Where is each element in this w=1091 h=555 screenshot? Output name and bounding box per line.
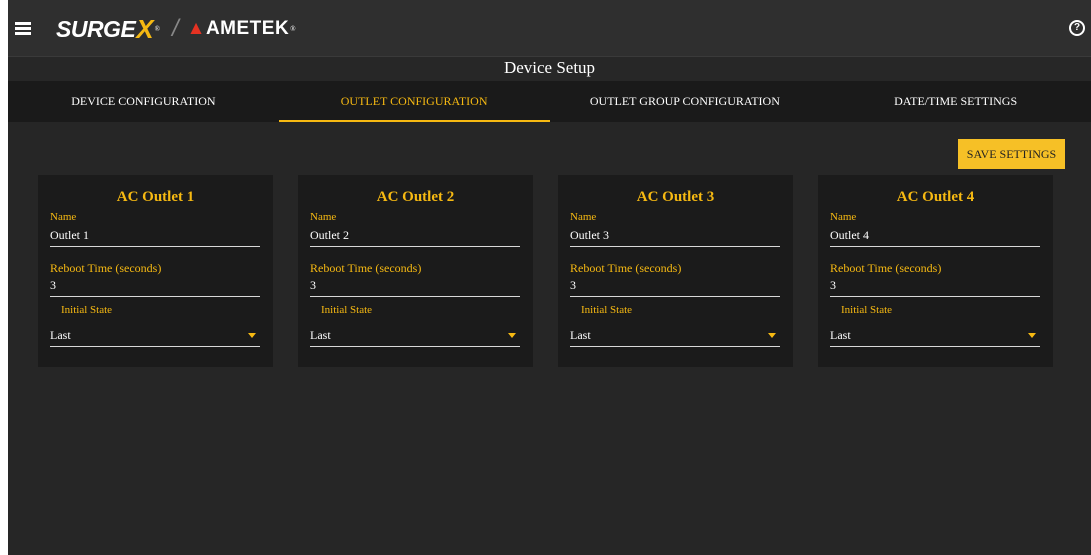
- initial-state-select[interactable]: Last: [570, 328, 780, 347]
- dropdown-arrow-icon: [1028, 333, 1036, 338]
- outlet-card-3: AC Outlet 3 Name Outlet 3 Reboot Time (s…: [558, 175, 793, 367]
- reboot-time-label: Reboot Time (seconds): [570, 261, 682, 275]
- dropdown-arrow-icon: [508, 333, 516, 338]
- outlet-card-title: AC Outlet 4: [896, 189, 975, 205]
- help-circle-icon[interactable]: ?: [1069, 20, 1085, 36]
- outlet-name-input[interactable]: Outlet 2: [310, 228, 520, 247]
- outlet-name-input[interactable]: Outlet 4: [830, 228, 1040, 247]
- reboot-time-label: Reboot Time (seconds): [310, 261, 422, 275]
- initial-state-value: Last: [830, 328, 851, 342]
- name-label: Name: [310, 211, 337, 223]
- hamburger-menu-icon[interactable]: [15, 22, 31, 35]
- name-label: Name: [50, 211, 77, 223]
- reboot-time-input[interactable]: 3: [310, 278, 520, 297]
- name-label: Name: [830, 211, 857, 223]
- outlet-card-title: AC Outlet 2: [376, 189, 455, 205]
- tab-device-configuration[interactable]: DEVICE CONFIGURATION: [8, 81, 279, 122]
- initial-state-label: Initial State: [321, 304, 373, 316]
- logo-surge-text: SURGE: [56, 15, 136, 42]
- reboot-time-input[interactable]: 3: [570, 278, 780, 297]
- save-settings-button[interactable]: SAVE SETTINGS: [958, 139, 1065, 169]
- initial-state-select[interactable]: Last: [310, 328, 520, 347]
- tab-outlet-group-configuration[interactable]: OUTLET GROUP CONFIGURATION: [550, 81, 821, 122]
- outlet-card-1: AC Outlet 1 Name Outlet 1 Reboot Time (s…: [38, 175, 273, 367]
- outlet-name-input[interactable]: Outlet 1: [50, 228, 260, 247]
- settings-tabs: DEVICE CONFIGURATION OUTLET CONFIGURATIO…: [8, 81, 1091, 122]
- initial-state-label: Initial State: [581, 304, 633, 316]
- app-bar: SURGE X ® / ▲AMETEK ® ?: [8, 0, 1091, 57]
- initial-state-value: Last: [50, 328, 71, 342]
- outlet-card-2: AC Outlet 2 Name Outlet 2 Reboot Time (s…: [298, 175, 533, 367]
- initial-state-value: Last: [570, 328, 591, 342]
- outlet-card-4: AC Outlet 4 Name Outlet 4 Reboot Time (s…: [818, 175, 1053, 367]
- initial-state-label: Initial State: [61, 304, 113, 316]
- outlet-name-input[interactable]: Outlet 3: [570, 228, 780, 247]
- initial-state-label: Initial State: [841, 304, 893, 316]
- reboot-time-input[interactable]: 3: [830, 278, 1040, 297]
- logo-x-mark: X: [136, 13, 154, 44]
- outlet-card-title: AC Outlet 1: [116, 189, 195, 205]
- outlet-card-title: AC Outlet 3: [636, 189, 715, 205]
- brand-logo: SURGE X ® / ▲AMETEK ®: [56, 13, 296, 44]
- tab-date-time-settings[interactable]: DATE/TIME SETTINGS: [820, 81, 1091, 122]
- initial-state-value: Last: [310, 328, 331, 342]
- name-label: Name: [570, 211, 597, 223]
- logo-ametek-text: ▲AMETEK: [186, 18, 290, 39]
- initial-state-select[interactable]: Last: [50, 328, 260, 347]
- dropdown-arrow-icon: [768, 333, 776, 338]
- page-title: Device Setup: [8, 57, 1091, 81]
- dropdown-arrow-icon: [248, 333, 256, 338]
- reboot-time-input[interactable]: 3: [50, 278, 260, 297]
- app-frame: SURGE X ® / ▲AMETEK ® ? Device Setup DEVICE…: [8, 0, 1091, 555]
- reboot-time-label: Reboot Time (seconds): [50, 261, 162, 275]
- reboot-time-label: Reboot Time (seconds): [830, 261, 942, 275]
- initial-state-select[interactable]: Last: [830, 328, 1040, 347]
- tab-outlet-configuration[interactable]: OUTLET CONFIGURATION: [278, 81, 550, 122]
